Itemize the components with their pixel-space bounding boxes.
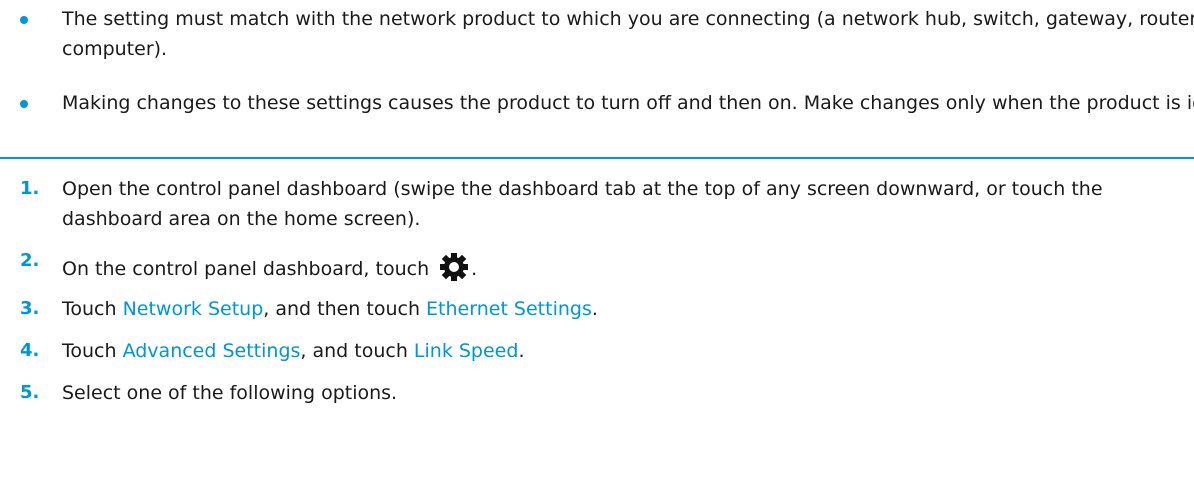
gear-icon	[440, 253, 469, 281]
step-item: 2. On the control panel dashboard, touch…	[0, 250, 1194, 284]
bullet-icon	[20, 16, 28, 24]
step-text-middle: , and then touch	[263, 298, 427, 320]
section-divider	[0, 157, 1194, 159]
step-item: 4. Touch Advanced Settings, and touch Li…	[0, 336, 1194, 366]
step-number: 1.	[20, 178, 40, 199]
step-text-middle: , and touch	[300, 340, 414, 362]
step-text: Select one of the following options.	[62, 382, 398, 404]
step-text: Touch	[62, 340, 123, 362]
step-item: 5. Select one of the following options.	[0, 378, 1194, 408]
step-text-end: .	[518, 340, 525, 362]
step-number: 4.	[20, 340, 40, 361]
link-speed-link[interactable]: Link Speed	[414, 340, 519, 362]
bullet-icon	[20, 100, 28, 108]
step-text-end: .	[471, 258, 478, 280]
step-text: On the control panel dashboard, touch	[62, 258, 430, 280]
step-item: 3. Touch Network Setup, and then touch E…	[0, 294, 1194, 324]
step-number: 2.	[20, 250, 40, 271]
step-number: 5.	[20, 382, 40, 403]
step-text-end: .	[591, 298, 598, 320]
advanced-settings-link[interactable]: Advanced Settings	[123, 340, 301, 362]
ethernet-settings-link[interactable]: Ethernet Settings	[426, 298, 592, 320]
step-text: Open the control panel dashboard (swipe …	[62, 178, 1103, 230]
step-text: Touch	[62, 298, 123, 320]
note-item: Making changes to these settings causes …	[0, 88, 1194, 118]
step-item: 1. Open the control panel dashboard (swi…	[0, 174, 1194, 234]
note-text: The setting must match with the network …	[62, 8, 1194, 60]
step-number: 3.	[20, 298, 40, 319]
network-setup-link[interactable]: Network Setup	[123, 298, 264, 320]
note-text: Making changes to these settings causes …	[62, 92, 1194, 114]
note-item: The setting must match with the network …	[0, 4, 1194, 64]
